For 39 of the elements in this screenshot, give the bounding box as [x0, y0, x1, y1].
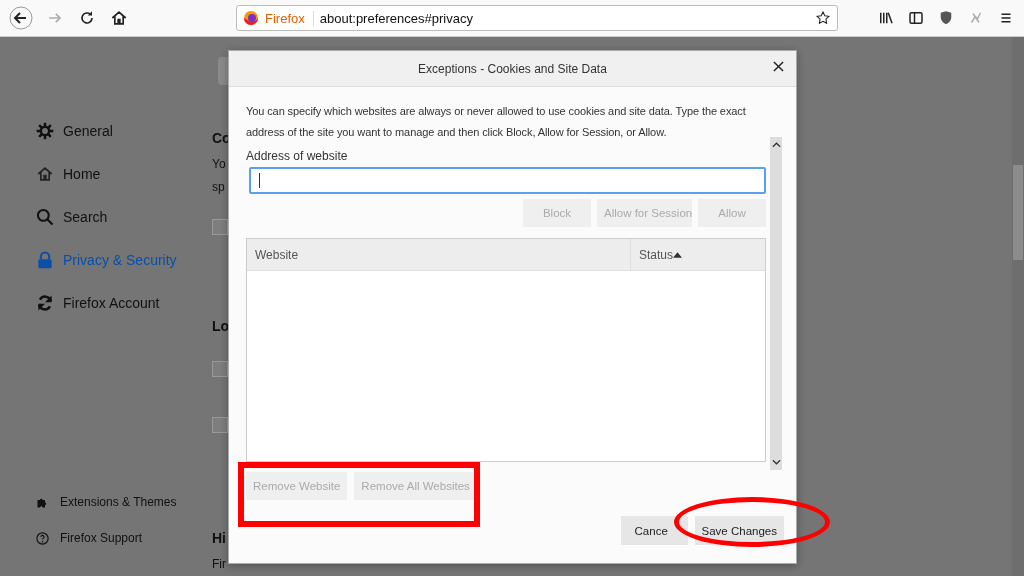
page-scrollbar[interactable]: [1012, 37, 1024, 576]
help-icon: [35, 530, 50, 546]
scrollbar[interactable]: [770, 137, 782, 470]
field-label: Address of website: [246, 149, 349, 163]
home-icon: [109, 8, 129, 28]
sidebar-item[interactable]: Search: [35, 195, 212, 238]
close-button[interactable]: [771, 59, 786, 74]
section-text: Fir: [212, 556, 226, 573]
scroll-down-icon[interactable]: [771, 459, 781, 465]
sidebar-item[interactable]: General: [35, 109, 212, 152]
dialog-title: Exceptions - Cookies and Site Data: [418, 61, 607, 76]
column-header[interactable]: Website: [247, 239, 630, 270]
lock-icon: [35, 249, 55, 270]
search-icon: [35, 206, 55, 227]
gear-icon: [35, 120, 55, 141]
sync-icon: [35, 292, 55, 313]
section-heading: Hi: [212, 529, 226, 547]
section-text: Yo: [212, 156, 226, 173]
close-icon: [773, 61, 784, 72]
sidebar-link[interactable]: Extensions & Themes: [35, 484, 212, 520]
section-text: sp: [212, 179, 225, 196]
browser-logo-icon: [243, 10, 259, 26]
dialog-button[interactable]: Cance: [620, 516, 688, 545]
section-heading: Lo: [212, 317, 230, 335]
identity-label: Firefox: [265, 10, 314, 26]
sidebar-item[interactable]: Home: [35, 152, 212, 195]
sidebar-icon: [907, 9, 925, 27]
sidebar-item[interactable]: Firefox Account: [35, 281, 212, 324]
description-text: You can specify which websites are always or never allowed to use cookies and site data. Type the exact address of the site you want to manage and then click Block, Allow for Session, or Allow.: [246, 104, 747, 140]
back-icon: [9, 6, 33, 30]
url-text: about:preferences#privacy: [319, 10, 474, 26]
back-button[interactable]: [6, 3, 36, 33]
sort-arrow-icon: [673, 251, 683, 258]
scroll-up-icon[interactable]: [771, 142, 781, 148]
address-bar[interactable]: Firefox about:preferences#privacy: [236, 5, 838, 31]
address-input-field[interactable]: [249, 167, 766, 194]
column-header[interactable]: Status: [630, 239, 765, 270]
sidebar-link[interactable]: Firefox Support: [35, 520, 212, 556]
star-icon: [815, 10, 831, 26]
